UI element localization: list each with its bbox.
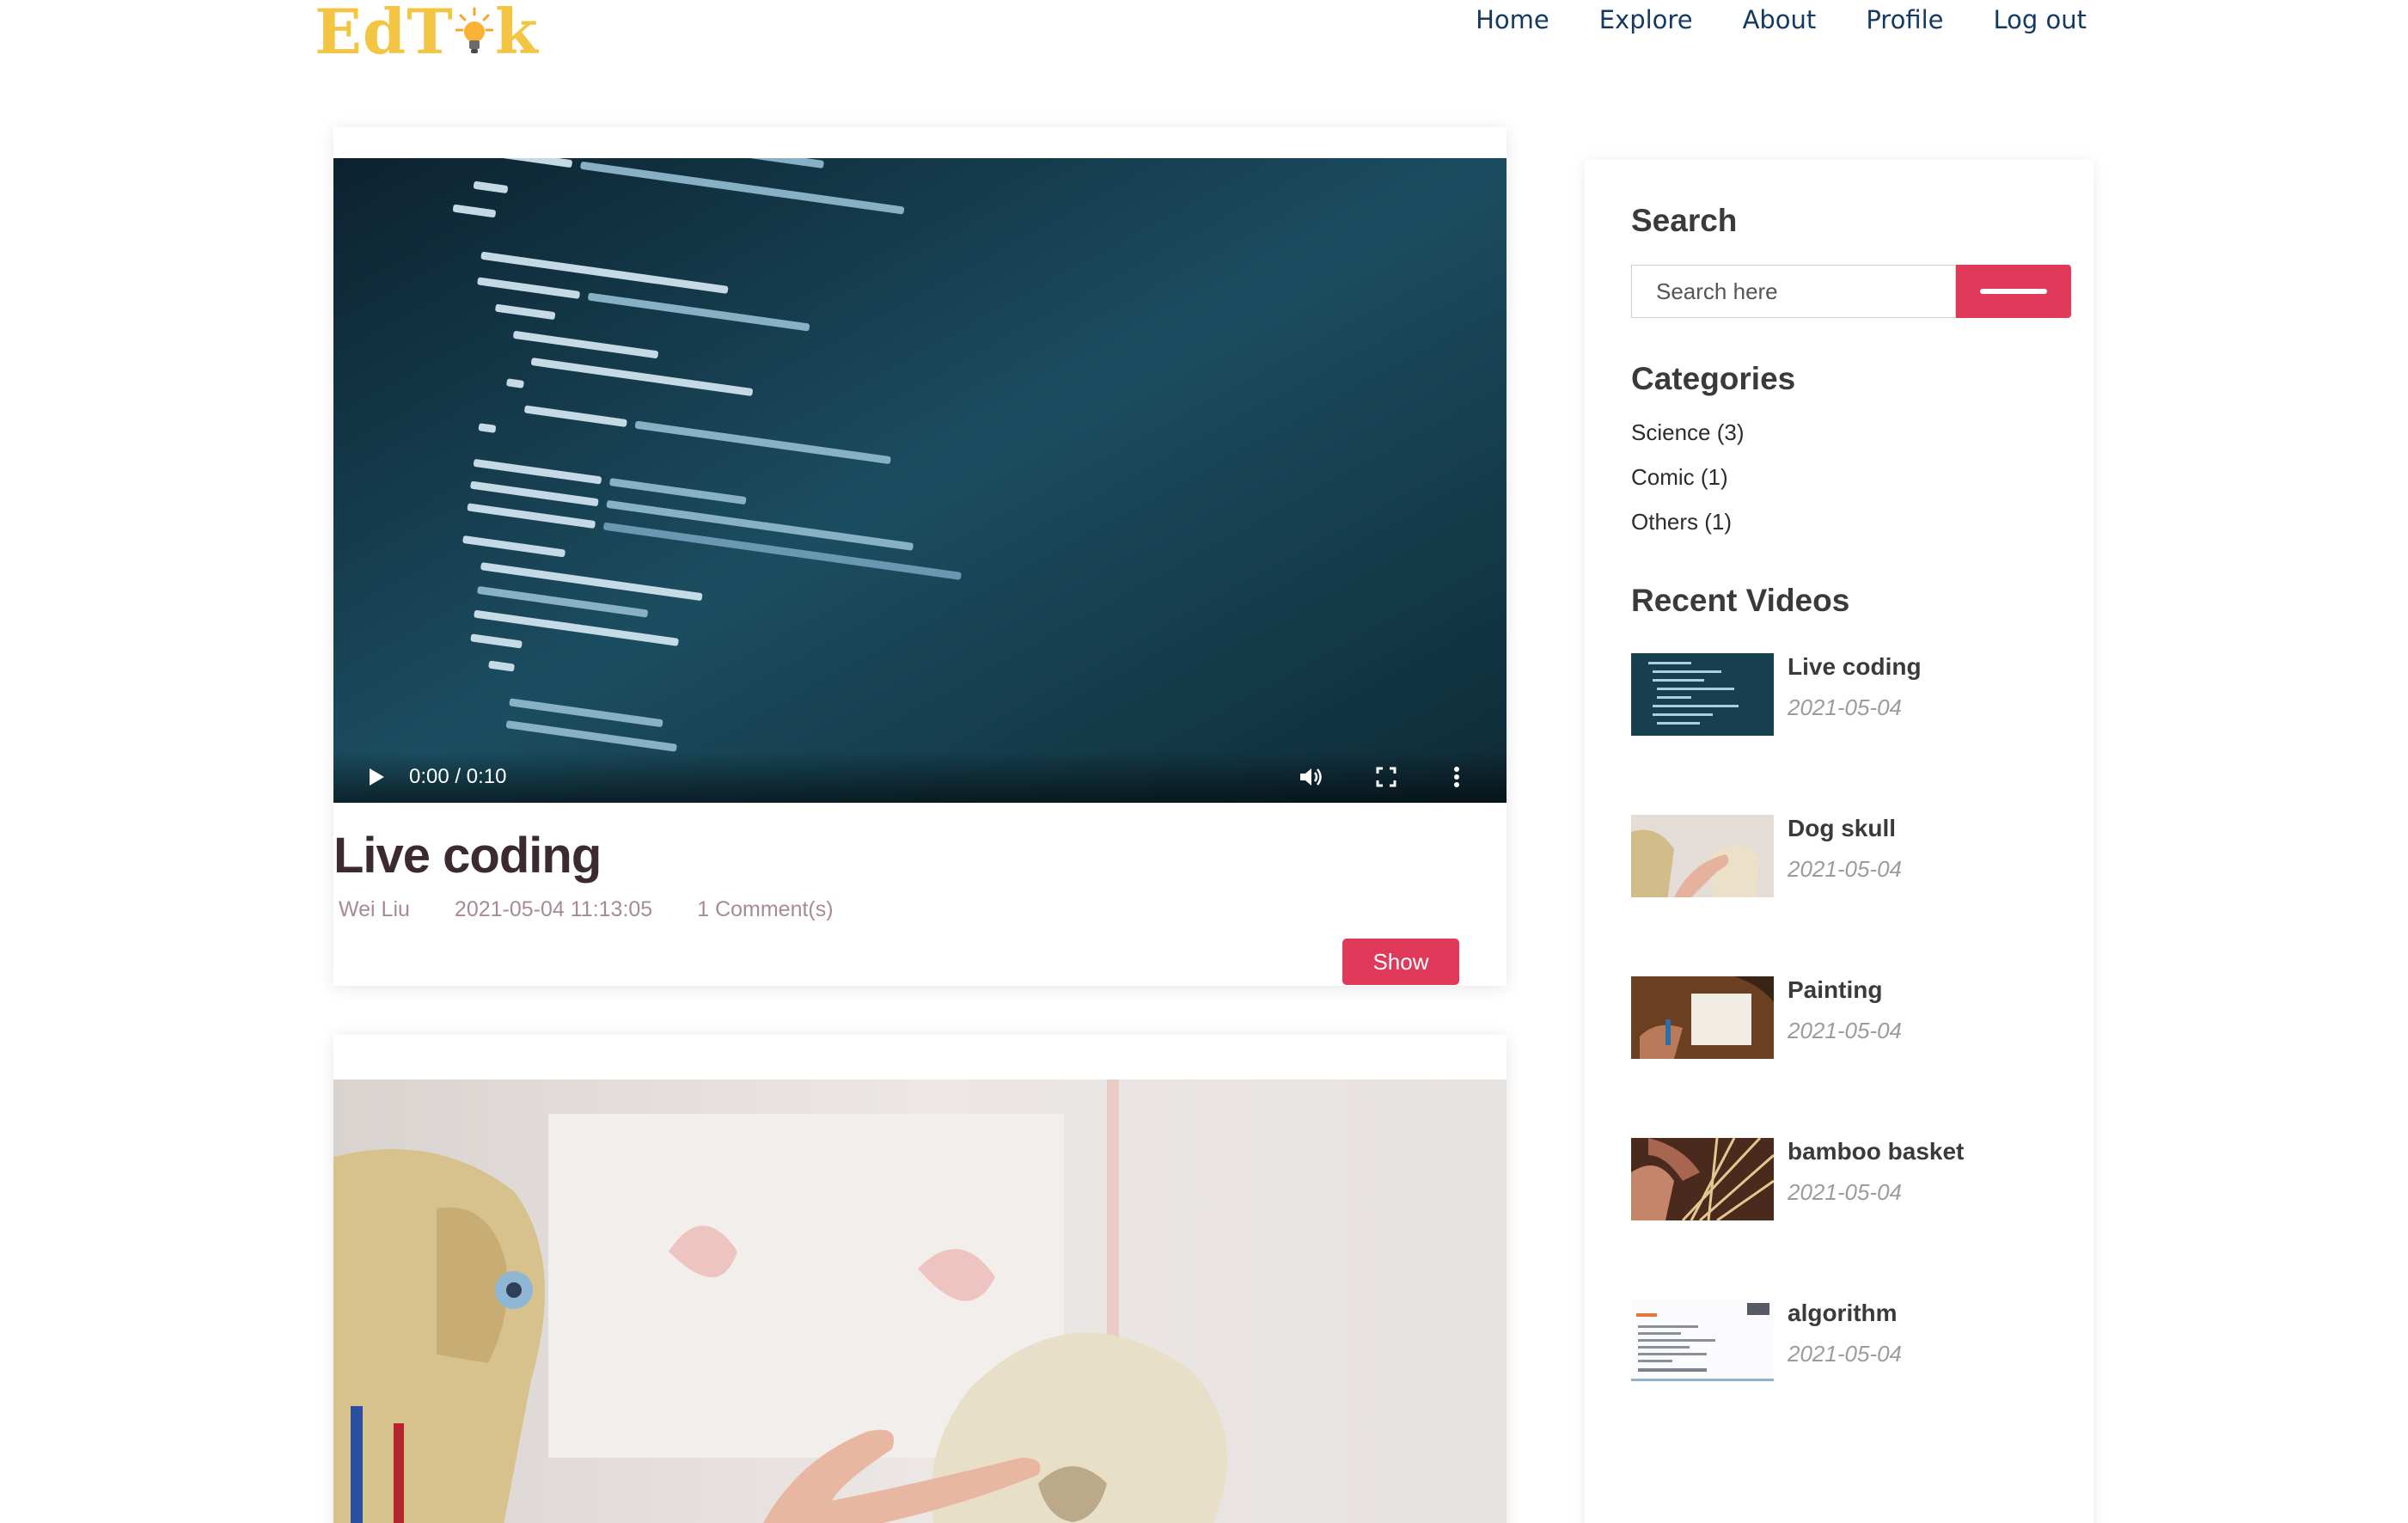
categories-heading: Categories bbox=[1631, 361, 1796, 396]
category-others[interactable]: Others (1) bbox=[1631, 509, 1732, 535]
category-science[interactable]: Science (3) bbox=[1631, 419, 1745, 446]
video-frame-skull-image bbox=[333, 1080, 1507, 1523]
recent-video-title[interactable]: Live coding bbox=[1788, 653, 1922, 681]
category-comic[interactable]: Comic (1) bbox=[1631, 464, 1728, 491]
post-datetime: 2021-05-04 11:13:05 bbox=[454, 897, 653, 921]
recent-video-thumbnail[interactable] bbox=[1631, 653, 1774, 736]
recent-video-item[interactable]: Painting 2021-05-04 bbox=[1631, 976, 2078, 1059]
nav-home[interactable]: Home bbox=[1476, 0, 1549, 41]
recent-video-item[interactable]: algorithm 2021-05-04 bbox=[1631, 1300, 2078, 1382]
recent-video-item[interactable]: Live coding 2021-05-04 bbox=[1631, 653, 2078, 736]
fullscreen-icon[interactable] bbox=[1369, 760, 1403, 794]
recent-video-date: 2021-05-04 bbox=[1788, 856, 1902, 882]
video-player[interactable] bbox=[333, 1080, 1507, 1523]
main-nav: Home Explore About Profile Log out bbox=[1476, 0, 2087, 41]
play-icon[interactable] bbox=[361, 762, 392, 792]
post-title[interactable]: Live coding bbox=[333, 827, 602, 884]
search-button[interactable] bbox=[1956, 265, 2071, 318]
video-time: 0:00 / 0:10 bbox=[409, 765, 507, 788]
post-card: 0:00 / 0:10 Live coding Wei Liu 2021-05-… bbox=[333, 127, 1507, 986]
recent-video-item[interactable]: bamboo basket 2021-05-04 bbox=[1631, 1138, 2078, 1220]
more-options-icon[interactable] bbox=[1444, 760, 1470, 794]
video-player[interactable]: 0:00 / 0:10 bbox=[333, 158, 1507, 803]
post-author[interactable]: Wei Liu bbox=[339, 897, 410, 922]
recent-video-title[interactable]: bamboo basket bbox=[1788, 1138, 1964, 1165]
volume-icon[interactable] bbox=[1294, 760, 1329, 794]
sidebar: Search Categories Science (3) Comic (1) … bbox=[1585, 160, 2093, 1523]
logo-text-left: EdT bbox=[315, 0, 454, 68]
recent-video-title[interactable]: algorithm bbox=[1788, 1300, 1898, 1327]
lightbulb-icon bbox=[455, 3, 493, 58]
recent-video-date: 2021-05-04 bbox=[1788, 1018, 1902, 1043]
nav-about[interactable]: About bbox=[1743, 0, 1817, 41]
post-comments[interactable]: 1 Comment(s) bbox=[697, 897, 833, 922]
video-frame-code-image bbox=[333, 158, 1507, 803]
recent-video-thumbnail[interactable] bbox=[1631, 1300, 1774, 1382]
search-heading: Search bbox=[1631, 203, 1738, 238]
recent-video-thumbnail[interactable] bbox=[1631, 815, 1774, 897]
post-meta: Wei Liu 2021-05-04 11:13:05 1 Comment(s) bbox=[339, 897, 834, 922]
recent-video-item[interactable]: Dog skull 2021-05-04 bbox=[1631, 815, 2078, 897]
recent-video-title[interactable]: Painting bbox=[1788, 976, 1882, 1004]
nav-logout[interactable]: Log out bbox=[1993, 0, 2087, 41]
recent-video-thumbnail[interactable] bbox=[1631, 976, 1774, 1059]
search-button-bar-icon bbox=[1980, 289, 2047, 294]
recent-video-thumbnail[interactable] bbox=[1631, 1138, 1774, 1220]
search-input[interactable] bbox=[1631, 265, 1956, 318]
recent-video-date: 2021-05-04 bbox=[1788, 1179, 1902, 1205]
nav-profile[interactable]: Profile bbox=[1866, 0, 1943, 41]
recent-video-date: 2021-05-04 bbox=[1788, 1341, 1902, 1367]
show-button[interactable]: Show bbox=[1342, 939, 1459, 985]
edtalk-logo[interactable]: EdT k bbox=[315, 0, 539, 68]
recent-videos-heading: Recent Videos bbox=[1631, 583, 1850, 618]
post-card bbox=[333, 1035, 1507, 1523]
logo-text-right: k bbox=[494, 0, 539, 68]
nav-explore[interactable]: Explore bbox=[1599, 0, 1693, 41]
video-controls: 0:00 / 0:10 bbox=[333, 751, 1507, 803]
recent-video-date: 2021-05-04 bbox=[1788, 694, 1902, 720]
recent-video-title[interactable]: Dog skull bbox=[1788, 815, 1896, 842]
